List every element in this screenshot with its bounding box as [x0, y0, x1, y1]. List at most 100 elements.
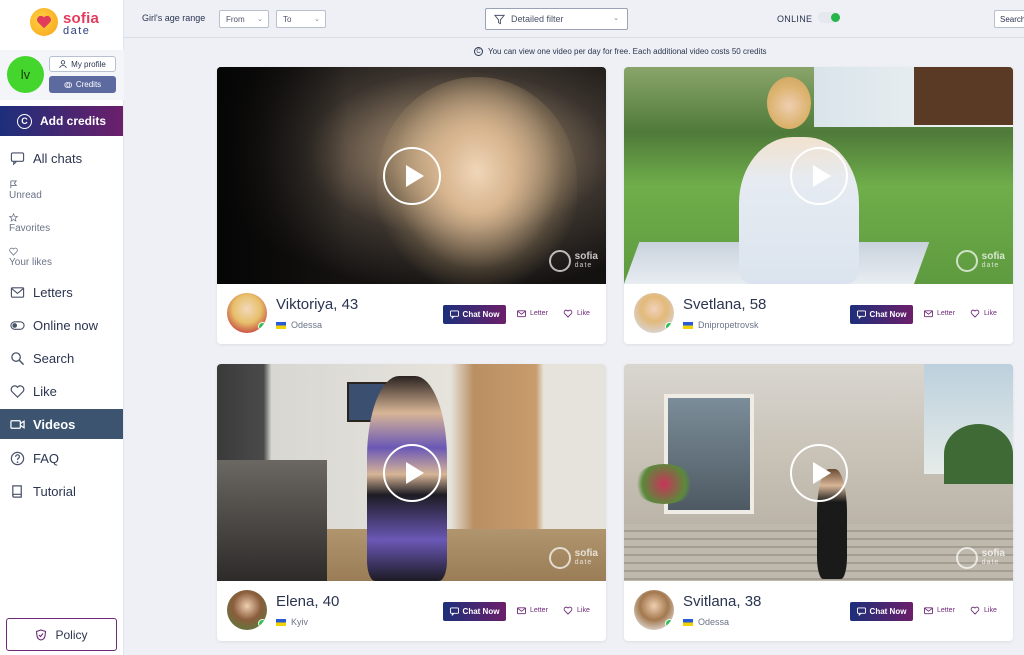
chat-now-button[interactable]: Chat Now — [850, 305, 913, 324]
policy-button[interactable]: Policy — [6, 618, 117, 651]
letter-label: Letter — [530, 607, 548, 614]
chat-icon — [856, 310, 866, 319]
video-preview[interactable]: sofia date — [217, 364, 606, 581]
like-label: Like — [984, 607, 997, 614]
search-button[interactable]: Search — [994, 10, 1024, 28]
nav-faq[interactable]: FAQ — [0, 443, 123, 473]
nav-letters-label: Letters — [33, 284, 73, 300]
nav-all-chats[interactable]: All chats — [0, 143, 123, 173]
video-card: sofia date Svitlana, 38 Odessa Chat Now L… — [624, 364, 1013, 641]
heart-logo-icon — [30, 8, 58, 36]
watermark: sofia date — [955, 250, 1005, 272]
credits-button[interactable]: Credits — [49, 76, 116, 93]
profile-name[interactable]: Elena, 40 — [276, 593, 339, 610]
shield-icon — [36, 628, 47, 641]
age-to-value: To — [283, 14, 292, 24]
profile-info: Elena, 40 Kyiv Chat Now Letter Like — [217, 581, 606, 641]
nav-like-label: Like — [33, 383, 57, 399]
profile-photo[interactable] — [227, 293, 267, 333]
heart-outline-icon — [970, 606, 980, 615]
nav-favorites[interactable]: Favorites — [9, 213, 119, 234]
like-button[interactable]: Like — [563, 309, 590, 318]
age-from-select[interactable]: From ⌄ — [219, 10, 269, 28]
video-notice: C You can view one video per day for fre… — [474, 47, 767, 56]
nav-online-now[interactable]: Online now — [0, 310, 123, 340]
logo[interactable]: sofia date — [30, 8, 110, 42]
add-credits-label: Add credits — [39, 114, 106, 128]
profile-photo[interactable] — [227, 590, 267, 630]
ukraine-flag-icon — [276, 321, 286, 329]
profile-name[interactable]: Svitlana, 38 — [683, 593, 761, 610]
nav-faq-label: FAQ — [33, 450, 60, 466]
nav-unread-label: Unread — [9, 190, 42, 201]
star-icon — [9, 213, 18, 222]
nav-online-now-label: Online now — [33, 317, 99, 333]
like-button[interactable]: Like — [563, 606, 590, 615]
watermark-bottom: date — [574, 262, 593, 269]
chat-icon — [449, 310, 459, 319]
watermark-bottom: date — [981, 262, 1000, 269]
envelope-icon — [10, 286, 25, 298]
letter-label: Letter — [530, 310, 548, 317]
like-button[interactable]: Like — [970, 309, 997, 318]
play-button[interactable] — [789, 443, 848, 502]
like-button[interactable]: Like — [970, 606, 997, 615]
ukraine-flag-icon — [683, 321, 693, 329]
nav-like[interactable]: Like — [0, 376, 123, 406]
letter-button[interactable]: Letter — [924, 309, 955, 318]
video-notice-text: You can view one video per day for free.… — [488, 47, 767, 56]
online-indicator — [665, 322, 674, 331]
detailed-filter-button[interactable]: Detailed filter ⌄ — [485, 8, 628, 30]
video-camera-icon — [10, 419, 25, 429]
heart-logo-icon — [548, 547, 571, 569]
profile-city: Kyiv — [291, 617, 309, 627]
filter-bar: Girl's age range From ⌄ To ⌄ Detailed fi… — [124, 0, 1024, 38]
play-icon — [812, 461, 831, 484]
play-icon — [405, 461, 424, 484]
play-button[interactable] — [789, 146, 848, 205]
video-preview[interactable]: sofia date — [217, 67, 606, 284]
nav-tutorial[interactable]: Tutorial — [0, 476, 123, 506]
toggle-icon — [10, 320, 25, 330]
profile-city: Odessa — [698, 617, 730, 627]
watermark: sofia date — [548, 547, 598, 569]
nav-search[interactable]: Search — [0, 343, 123, 373]
chat-now-button[interactable]: Chat Now — [443, 305, 506, 324]
chat-now-button[interactable]: Chat Now — [443, 602, 506, 621]
play-button[interactable] — [382, 146, 441, 205]
profile-photo[interactable] — [634, 590, 674, 630]
nav-videos[interactable]: Videos — [0, 409, 123, 439]
play-icon — [812, 164, 831, 187]
chevron-down-icon: ⌄ — [314, 16, 320, 23]
avatar[interactable]: lv — [7, 56, 44, 93]
nav-letters[interactable]: Letters — [0, 277, 123, 307]
nav-your-likes[interactable]: Your likes — [9, 247, 119, 268]
add-credits-button[interactable]: C Add credits — [0, 106, 123, 136]
chat-now-label: Chat Now — [462, 310, 500, 319]
video-preview[interactable]: sofia date — [624, 364, 1013, 581]
nav-unread[interactable]: Unread — [9, 180, 119, 201]
chat-now-button[interactable]: Chat Now — [850, 602, 913, 621]
my-profile-button[interactable]: My profile — [49, 56, 116, 72]
envelope-icon — [924, 607, 933, 615]
letter-button[interactable]: Letter — [517, 606, 548, 615]
chevron-down-icon: ⌄ — [613, 15, 619, 22]
heart-outline-icon — [563, 606, 573, 615]
book-icon — [12, 484, 22, 498]
profile-name[interactable]: Viktoriya, 43 — [276, 296, 358, 313]
video-preview[interactable]: sofia date — [624, 67, 1013, 284]
profile-photo[interactable] — [634, 293, 674, 333]
flag-icon — [10, 180, 18, 189]
play-button[interactable] — [382, 443, 441, 502]
chat-icon — [10, 151, 25, 165]
coins-icon — [64, 81, 72, 88]
play-icon — [405, 164, 424, 187]
letter-button[interactable]: Letter — [517, 309, 548, 318]
age-from-value: From — [226, 14, 245, 24]
age-to-select[interactable]: To ⌄ — [276, 10, 326, 28]
online-toggle[interactable] — [818, 12, 840, 23]
profile-name[interactable]: Svetlana, 58 — [683, 296, 766, 313]
ukraine-flag-icon — [276, 618, 286, 626]
letter-button[interactable]: Letter — [924, 606, 955, 615]
funnel-icon — [494, 14, 505, 24]
